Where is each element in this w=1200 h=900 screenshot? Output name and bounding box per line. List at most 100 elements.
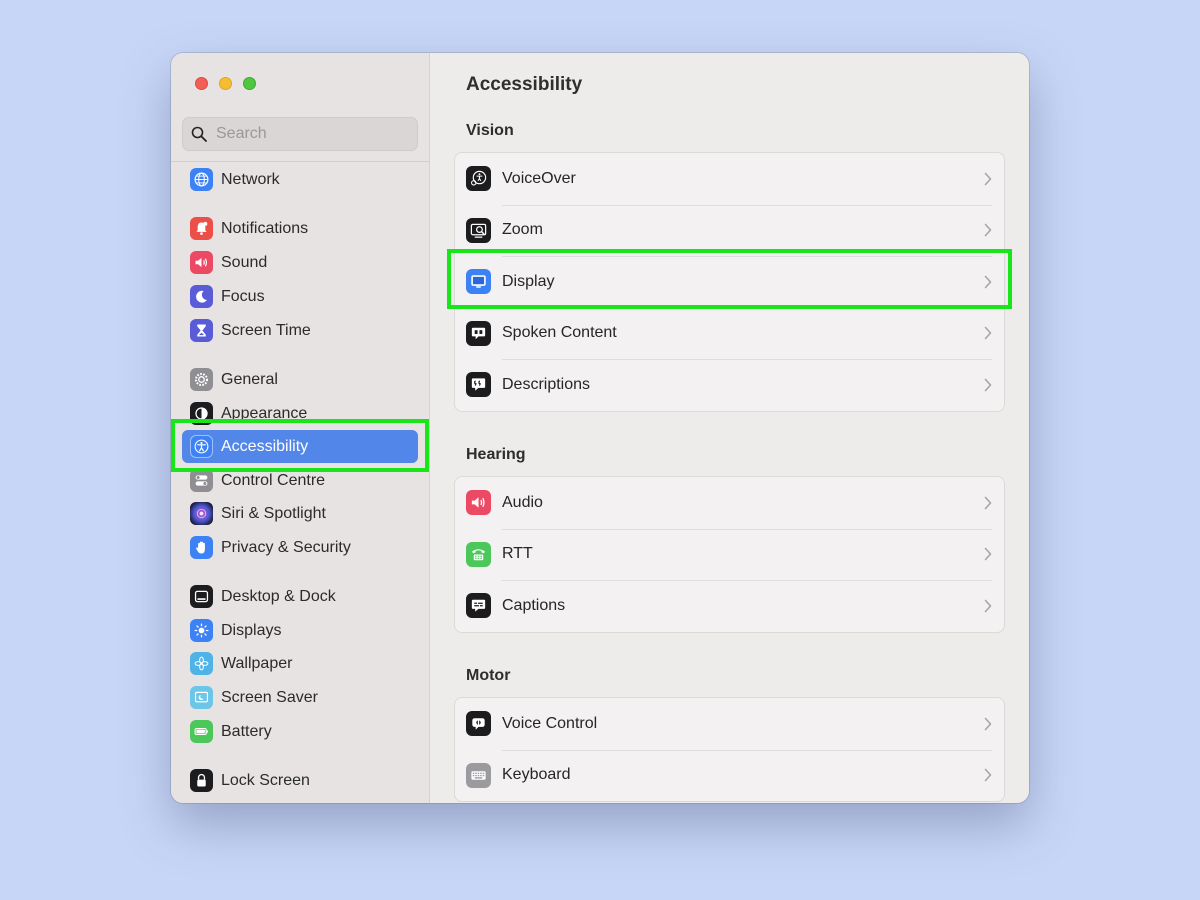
flower-icon xyxy=(190,652,213,675)
row-display[interactable]: Display xyxy=(455,256,1004,308)
sidebar-item-battery[interactable]: Battery xyxy=(182,715,418,748)
sidebar-item-siri-spotlight[interactable]: Siri & Spotlight xyxy=(182,497,418,530)
gear-icon xyxy=(190,368,213,391)
sun-icon xyxy=(190,619,213,642)
sidebar-item-label: General xyxy=(221,370,278,388)
hearing-group: Audio RTT Captions xyxy=(454,476,1005,633)
window-controls xyxy=(195,77,256,90)
sidebar: Network Notifications Sound xyxy=(171,53,430,803)
hand-icon xyxy=(190,536,213,559)
appearance-icon xyxy=(190,402,213,425)
zoom-button[interactable] xyxy=(243,77,256,90)
minimize-button[interactable] xyxy=(219,77,232,90)
descriptions-icon xyxy=(466,372,491,398)
chevron-right-icon xyxy=(984,326,992,340)
search-input[interactable] xyxy=(216,125,406,143)
row-descriptions[interactable]: Descriptions xyxy=(455,359,1004,411)
sidebar-item-control-centre[interactable]: Control Centre xyxy=(182,464,418,497)
sidebar-item-label: Accessibility xyxy=(221,437,309,455)
sidebar-item-label: Privacy & Security xyxy=(221,538,351,556)
spoken-content-icon xyxy=(466,320,491,346)
chevron-right-icon xyxy=(984,547,992,561)
sidebar-item-accessibility[interactable]: Accessibility xyxy=(182,430,418,463)
sidebar-item-desktop-dock[interactable]: Desktop & Dock xyxy=(182,580,418,613)
rtt-icon xyxy=(466,541,491,567)
hourglass-icon xyxy=(190,319,213,342)
row-spoken-content[interactable]: Spoken Content xyxy=(455,307,1004,360)
sidebar-item-network[interactable]: Network xyxy=(182,163,418,196)
sidebar-item-screen-saver[interactable]: Screen Saver xyxy=(182,681,418,714)
voice-control-icon xyxy=(466,711,491,737)
row-label: RTT xyxy=(502,545,533,563)
row-label: Keyboard xyxy=(502,766,571,784)
row-label: Spoken Content xyxy=(502,324,617,342)
sidebar-item-wallpaper[interactable]: Wallpaper xyxy=(182,647,418,680)
keyboard-icon xyxy=(466,762,491,788)
settings-window: Network Notifications Sound xyxy=(171,53,1029,803)
bell-icon xyxy=(190,217,213,240)
sidebar-item-general[interactable]: General xyxy=(182,363,418,396)
chevron-right-icon xyxy=(984,717,992,731)
row-label: Display xyxy=(502,272,555,290)
sidebar-item-appearance[interactable]: Appearance xyxy=(182,397,418,430)
row-audio[interactable]: Audio xyxy=(455,477,1004,529)
accessibility-icon xyxy=(190,435,213,458)
battery-icon xyxy=(190,720,213,743)
sidebar-item-label: Screen Saver xyxy=(221,688,318,706)
sidebar-item-label: Siri & Spotlight xyxy=(221,504,326,522)
screensaver-icon xyxy=(190,686,213,709)
content-pane: Accessibility Vision VoiceOver Zoom Disp… xyxy=(430,53,1029,803)
globe-icon xyxy=(190,168,213,191)
row-captions[interactable]: Captions xyxy=(455,580,1004,632)
sidebar-item-label: Desktop & Dock xyxy=(221,587,336,605)
zoom-icon xyxy=(466,217,491,243)
sidebar-item-label: Appearance xyxy=(221,404,308,422)
sidebar-item-label: Control Centre xyxy=(221,471,326,489)
section-title-motor: Motor xyxy=(466,667,511,684)
search-field[interactable] xyxy=(182,117,418,151)
sidebar-item-label: Displays xyxy=(221,621,282,639)
sidebar-item-lock-screen[interactable]: Lock Screen xyxy=(182,764,418,797)
row-zoom[interactable]: Zoom xyxy=(455,204,1004,257)
sidebar-item-privacy-security[interactable]: Privacy & Security xyxy=(182,531,418,564)
display-icon xyxy=(466,269,491,295)
row-keyboard[interactable]: Keyboard xyxy=(455,749,1004,802)
sidebar-item-screen-time[interactable]: Screen Time xyxy=(182,314,418,347)
sidebar-item-label: Focus xyxy=(221,287,265,305)
sidebar-item-label: Wallpaper xyxy=(221,654,293,672)
page-title: Accessibility xyxy=(466,74,583,95)
row-label: Captions xyxy=(502,596,566,614)
sidebar-item-sound[interactable]: Sound xyxy=(182,246,418,279)
sidebar-item-displays[interactable]: Displays xyxy=(182,614,418,647)
motor-group: Voice Control Keyboard xyxy=(454,697,1005,802)
row-label: Zoom xyxy=(502,221,543,239)
sidebar-item-notifications[interactable]: Notifications xyxy=(182,212,418,245)
row-label: Audio xyxy=(502,493,543,511)
captions-icon xyxy=(466,593,491,619)
section-title-hearing: Hearing xyxy=(466,446,526,463)
sidebar-item-label: Sound xyxy=(221,253,268,271)
lock-icon xyxy=(190,769,213,792)
section-title-vision: Vision xyxy=(466,122,514,139)
speaker-icon xyxy=(190,251,213,274)
sidebar-item-focus[interactable]: Focus xyxy=(182,280,418,313)
sidebar-item-label: Network xyxy=(221,170,280,188)
chevron-right-icon xyxy=(984,172,992,186)
siri-icon xyxy=(190,502,213,525)
chevron-right-icon xyxy=(984,275,992,289)
dock-icon xyxy=(190,585,213,608)
chevron-right-icon xyxy=(984,768,992,782)
sidebar-item-label: Lock Screen xyxy=(221,771,310,789)
sidebar-item-label: Notifications xyxy=(221,219,309,237)
vision-group: VoiceOver Zoom Display Spoken Content De… xyxy=(454,152,1005,412)
row-voiceover[interactable]: VoiceOver xyxy=(455,153,1004,205)
row-rtt[interactable]: RTT xyxy=(455,528,1004,581)
row-voice-control[interactable]: Voice Control xyxy=(455,698,1004,750)
search-icon xyxy=(191,126,207,142)
chevron-right-icon xyxy=(984,378,992,392)
chevron-right-icon xyxy=(984,496,992,510)
close-button[interactable] xyxy=(195,77,208,90)
audio-icon xyxy=(466,490,491,516)
row-label: Descriptions xyxy=(502,375,591,393)
voiceover-icon xyxy=(466,166,491,192)
